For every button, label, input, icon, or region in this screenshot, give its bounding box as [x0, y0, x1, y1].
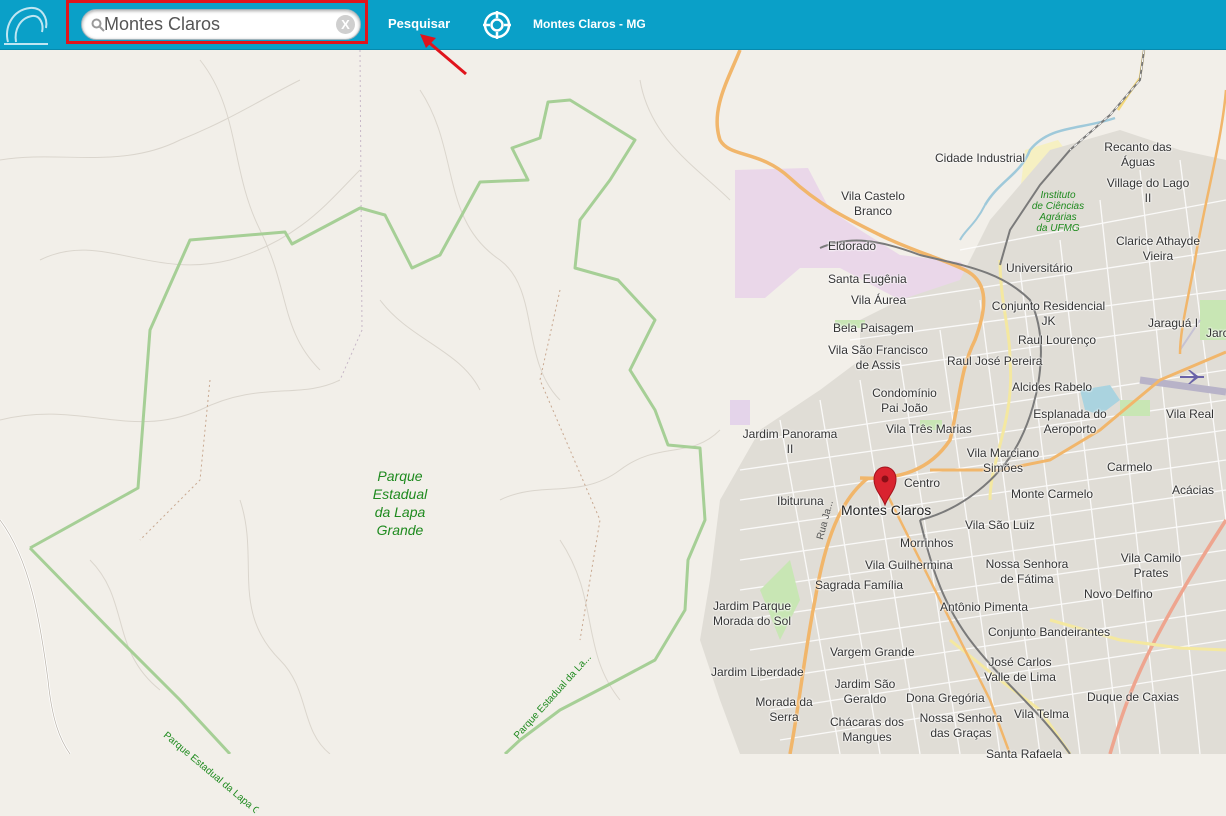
crosshair-icon[interactable]	[482, 10, 512, 40]
neighborhood-label: Antônio Pimenta	[940, 600, 1029, 614]
neighborhood-label: Vila Marciano Simões	[966, 446, 1040, 475]
neighborhood-label: Cidade Industrial	[935, 151, 1026, 165]
neighborhood-label: Vila Castelo Branco	[841, 189, 905, 218]
neighborhood-label: Morada da Serra	[755, 695, 813, 724]
neighborhood-label: José Carlos Valle de Lima	[984, 655, 1056, 684]
park-name-label: Parque Estadual da Lapa Grande	[372, 468, 428, 538]
neighborhood-label: Conjunto Residencial JK	[991, 299, 1106, 328]
neighborhood-label: Sagrada Família	[815, 578, 904, 592]
map-graphics	[0, 50, 1226, 754]
map-canvas[interactable]: Parque Estadual da Lapa Grande Parque Es…	[0, 50, 1226, 816]
neighborhood-label: Eldorado	[828, 239, 877, 253]
neighborhood-label: Vila São Francisco de Assis	[828, 343, 928, 372]
neighborhood-label: Carmelo	[1107, 460, 1153, 474]
neighborhood-label: Vila Três Marias	[886, 422, 972, 436]
city-label: Montes Claros	[841, 502, 932, 518]
neighborhood-label: Vila Camilo Prates	[1120, 551, 1182, 580]
logo-icon[interactable]	[2, 2, 50, 46]
neighborhood-label: Recanto das Águas	[1104, 140, 1172, 169]
neighborhood-label: Universitário	[1006, 261, 1073, 275]
map-pin-icon[interactable]	[873, 466, 897, 506]
neighborhood-label: Santa Eugênia	[828, 272, 907, 286]
neighborhood-label: Jardim Parque Morada do Sol	[712, 599, 792, 628]
neighborhood-label: Vargem Grande	[830, 645, 915, 659]
annotation-arrow	[420, 34, 467, 76]
neighborhood-label: Centro	[904, 476, 941, 490]
neighborhood-label: Vila Telma	[1014, 707, 1069, 721]
neighborhood-label: Jarc	[1206, 326, 1226, 340]
neighborhood-label: Dona Gregória	[906, 691, 985, 705]
neighborhood-label: Duque de Caxias	[1087, 690, 1180, 704]
neighborhood-label: Vila Real	[1166, 407, 1214, 421]
neighborhood-label: Esplanada do Aeroporto	[1033, 407, 1107, 436]
neighborhood-label: Conjunto Bandeirantes	[988, 625, 1111, 639]
search-field[interactable]: X	[81, 9, 361, 40]
neighborhood-label: Acácias	[1172, 483, 1215, 497]
neighborhood-label: Raul José Pereira	[947, 354, 1043, 368]
neighborhood-label: Morrinhos	[900, 536, 954, 550]
neighborhood-label: Vila Guilhermina	[865, 558, 953, 572]
neighborhood-label: Nossa Senhora das Graças	[919, 711, 1003, 740]
neighborhood-label: Novo Delfino	[1084, 587, 1153, 601]
neighborhood-label: Raul Lourenço	[1018, 333, 1097, 347]
search-input[interactable]	[104, 12, 330, 37]
neighborhood-label: Ibituruna	[777, 494, 824, 508]
neighborhood-label: Chácaras dos Mangues	[829, 715, 905, 744]
top-toolbar: X Pesquisar Montes Claros - MG	[0, 0, 1226, 50]
neighborhood-label: Nossa Senhora de Fátima	[985, 557, 1069, 586]
close-icon[interactable]: X	[336, 15, 355, 34]
neighborhood-label: Bela Paisagem	[833, 321, 914, 335]
neighborhood-label: Village do Lago II	[1106, 176, 1190, 205]
neighborhood-label: Monte Carmelo	[1011, 487, 1094, 501]
neighborhood-label: Clarice Athayde Vieira	[1115, 234, 1201, 263]
neighborhood-label: Jardim São Geraldo	[834, 677, 896, 706]
neighborhood-label: Jaraguá I	[1148, 316, 1199, 330]
neighborhood-label: Condomínio Pai João	[872, 386, 937, 415]
institute-label: Instituto de Ciências Agrárias da UFMG	[1031, 190, 1085, 234]
current-location-label: Montes Claros - MG	[533, 17, 646, 31]
neighborhood-label: Vila São Luiz	[965, 518, 1035, 532]
neighborhood-label: Jardim Liberdade	[711, 665, 804, 679]
neighborhood-label: Santa Rafaela	[986, 747, 1063, 761]
neighborhood-label: Alcides Rabelo	[1012, 380, 1093, 394]
neighborhood-label: Vila Áurea	[851, 293, 907, 307]
neighborhood-label: Jardim Panorama II	[742, 427, 838, 456]
